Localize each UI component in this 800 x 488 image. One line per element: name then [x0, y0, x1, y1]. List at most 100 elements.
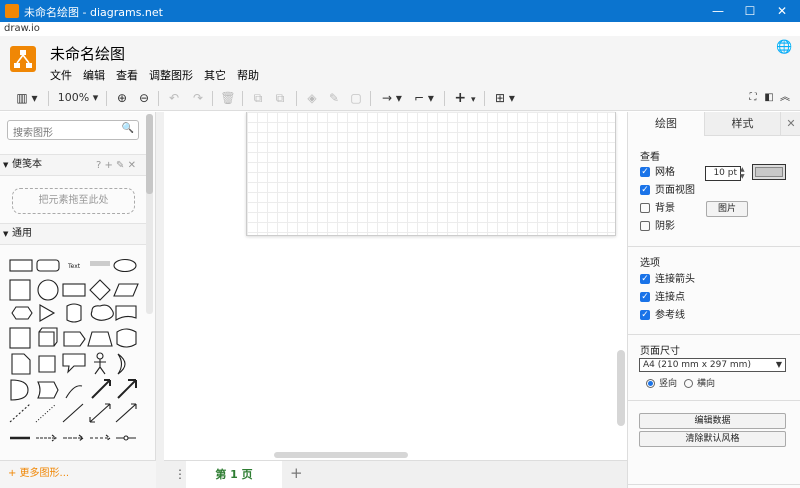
- fill-color-icon[interactable]: ◈: [304, 90, 320, 106]
- menu-help[interactable]: 帮助: [237, 67, 259, 83]
- tab-diagram[interactable]: 绘图: [628, 112, 704, 136]
- menu-bar: 文件 编辑 查看 调整图形 其它 帮助: [50, 67, 270, 83]
- undo-icon[interactable]: ↶: [166, 90, 182, 106]
- landscape-label: 横向: [697, 379, 716, 389]
- connection-points-checkbox[interactable]: ✓ 连接点: [640, 291, 685, 305]
- close-panel-icon[interactable]: ✕: [780, 112, 800, 136]
- connection-arrows-label: 连接箭头: [655, 274, 695, 285]
- radio-selected-icon: [646, 379, 655, 388]
- textbox-shape: [90, 261, 110, 266]
- grid-page[interactable]: [246, 112, 616, 236]
- square-shape: [9, 279, 31, 301]
- more-shapes-button[interactable]: + 更多图形...: [0, 460, 156, 488]
- scratchpad-dropzone[interactable]: 把元素拖至此处: [12, 188, 135, 214]
- general-shapes-palette: Text: [8, 256, 140, 448]
- chevron-down-icon: ▼: [3, 230, 9, 238]
- paper-size-select[interactable]: A4 (210 mm x 297 mm) ▼: [639, 358, 786, 372]
- redo-icon[interactable]: ↷: [190, 90, 206, 106]
- to-front-icon[interactable]: ⧉: [250, 90, 266, 106]
- edit-data-button[interactable]: 编辑数据: [639, 413, 786, 429]
- grid-color-button[interactable]: [752, 164, 786, 180]
- search-icon[interactable]: 🔍: [122, 123, 134, 134]
- grid-size-input[interactable]: 10 pt: [705, 166, 741, 181]
- add-page-button[interactable]: +: [290, 464, 303, 482]
- clear-default-style-button[interactable]: 清除默认风格: [639, 431, 786, 447]
- triangle-shape: [39, 304, 56, 322]
- collapse-icon[interactable]: ︽: [778, 90, 792, 106]
- image-button[interactable]: 图片: [706, 201, 748, 217]
- general-title: 通用: [12, 228, 32, 239]
- canvas-vertical-scrollbar[interactable]: [617, 350, 625, 426]
- canvas-horizontal-scrollbar[interactable]: [274, 452, 408, 458]
- zoom-in-icon[interactable]: ⊕: [114, 90, 130, 106]
- menu-view[interactable]: 查看: [116, 67, 138, 83]
- grid-size-stepper[interactable]: ▲ ▼: [740, 166, 748, 181]
- shapes-grid[interactable]: Text: [8, 256, 140, 448]
- general-header[interactable]: ▼ 通用: [0, 223, 148, 245]
- page-menu-icon[interactable]: ⋮: [174, 467, 186, 481]
- tab-style[interactable]: 样式: [704, 112, 780, 136]
- portrait-label: 竖向: [659, 379, 678, 389]
- fullscreen-icon[interactable]: ⛶: [746, 90, 760, 106]
- globe-icon[interactable]: 🌐: [776, 40, 792, 55]
- waypoint-icon[interactable]: ⌐ ▾: [410, 90, 438, 106]
- sidebar-splitter[interactable]: [156, 112, 164, 488]
- guides-checkbox[interactable]: ✓ 参考线: [640, 309, 685, 323]
- table-icon[interactable]: ⊞ ▾: [492, 90, 518, 106]
- page-tab[interactable]: 第 1 页: [186, 461, 282, 488]
- delay-shape: [10, 379, 29, 401]
- delete-icon[interactable]: 🗑: [220, 90, 236, 106]
- card-shape: [38, 355, 56, 373]
- checkbox-checked-icon: ✓: [640, 274, 650, 284]
- app-header: 未命名绘图 文件 编辑 查看 调整图形 其它 帮助 🌐: [0, 36, 800, 86]
- background-checkbox[interactable]: 背景: [640, 202, 675, 216]
- checkbox-checked-icon: ✓: [640, 167, 650, 177]
- page-view-checkbox[interactable]: ✓ 页面视图: [640, 184, 695, 198]
- grid-checkbox[interactable]: ✓ 网格: [640, 166, 675, 180]
- menu-extras[interactable]: 其它: [204, 67, 226, 83]
- minimize-button[interactable]: —: [702, 0, 734, 22]
- shadow-checkbox[interactable]: 阴影: [640, 220, 675, 234]
- menu-arrange[interactable]: 调整图形: [149, 67, 193, 83]
- or-shape: [117, 353, 126, 375]
- note-shape: [11, 353, 31, 375]
- zoom-value: 100%: [57, 91, 90, 104]
- connection-icon[interactable]: → ▾: [378, 90, 406, 106]
- connector-shape: [63, 434, 84, 442]
- portrait-radio[interactable]: 竖向: [646, 378, 677, 390]
- connection-points-label: 连接点: [655, 292, 685, 303]
- circle-shape: [37, 279, 59, 301]
- document-title[interactable]: 未命名绘图: [50, 43, 125, 64]
- checkbox-unchecked-icon: [640, 203, 650, 213]
- close-window-button[interactable]: ✕: [766, 0, 798, 22]
- zoom-out-icon[interactable]: ⊖: [136, 90, 152, 106]
- line-color-icon[interactable]: ✎: [326, 90, 342, 106]
- diagram-canvas[interactable]: [164, 112, 628, 460]
- sidebar-scrollbar[interactable]: [146, 114, 153, 314]
- drawio-app-icon: [5, 4, 19, 18]
- trapezoid-shape: [87, 331, 113, 347]
- view-icon[interactable]: ▥ ▾: [14, 90, 40, 106]
- menu-file[interactable]: 文件: [50, 67, 72, 83]
- search-input[interactable]: 搜索图形 🔍: [7, 120, 139, 140]
- scrollbar-thumb[interactable]: [146, 114, 153, 194]
- connection-arrows-checkbox[interactable]: ✓ 连接箭头: [640, 273, 695, 287]
- to-back-icon[interactable]: ⧉: [272, 90, 288, 106]
- drawio-logo: [10, 46, 36, 72]
- insert-icon[interactable]: + ▾: [452, 90, 478, 106]
- url-label: draw.io: [0, 22, 800, 36]
- rounded-rectangle-shape: [36, 259, 60, 272]
- window-title: 未命名绘图 - diagrams.net: [24, 6, 163, 19]
- document-shape: [115, 305, 137, 321]
- landscape-radio[interactable]: 横向: [684, 378, 715, 390]
- dotted-line-shape: [35, 403, 57, 423]
- zoom-select[interactable]: 100% ▾: [56, 90, 100, 106]
- internal-storage-shape: [9, 327, 31, 349]
- menu-edit[interactable]: 编辑: [83, 67, 105, 83]
- scratchpad-title: 便笺本: [12, 159, 42, 170]
- shadow-icon[interactable]: ▢: [348, 90, 364, 106]
- maximize-button[interactable]: ☐: [734, 0, 766, 22]
- format-panel-icon[interactable]: ◧: [762, 90, 776, 106]
- data-storage-shape: [37, 381, 59, 399]
- scratchpad-actions[interactable]: ? + ✎ ✕: [96, 160, 136, 171]
